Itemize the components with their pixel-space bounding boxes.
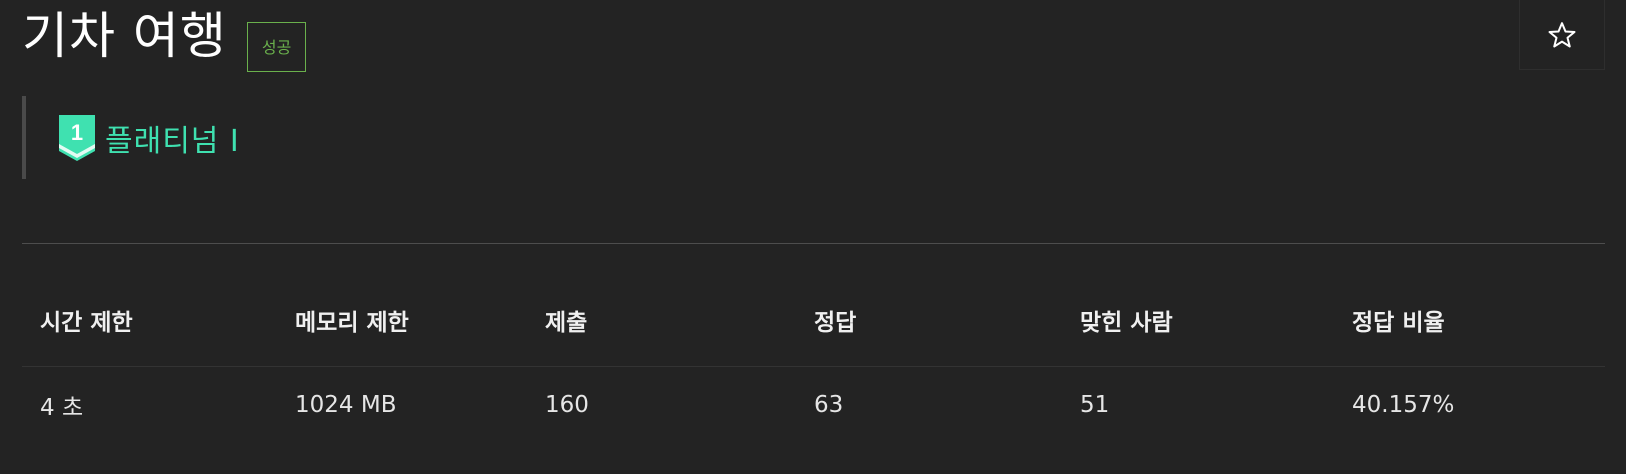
- value-accepted: 63: [814, 392, 844, 418]
- tier-number: 1: [71, 120, 83, 145]
- header-memory-limit: 메모리 제한: [295, 310, 409, 336]
- problem-page: 기차 여행 성공 1 플래티넘 I 시간 제한 메모리 제한 제출 정답 맞힌 …: [0, 0, 1626, 474]
- problem-title: 기차 여행: [22, 7, 227, 65]
- header-accept-rate: 정답 비율: [1352, 310, 1445, 336]
- platinum-tier-icon: 1: [59, 114, 95, 161]
- result-badge: 성공: [246, 22, 307, 72]
- header-solved-users: 맞힌 사람: [1080, 310, 1173, 336]
- header-submissions: 제출: [545, 310, 588, 336]
- problem-stats-table: 시간 제한 메모리 제한 제출 정답 맞힌 사람 정답 비율 4 초 1024 …: [22, 290, 1605, 443]
- header-accepted: 정답: [814, 310, 857, 336]
- stats-value-row: 4 초 1024 MB 160 63 51 40.157%: [22, 367, 1605, 443]
- favorite-button[interactable]: [1519, 0, 1605, 70]
- title-row: 기차 여행 성공: [22, 0, 307, 72]
- section-divider: [22, 243, 1605, 244]
- star-outline-icon: [1548, 21, 1576, 48]
- stats-header-row: 시간 제한 메모리 제한 제출 정답 맞힌 사람 정답 비율: [22, 290, 1605, 367]
- value-memory-limit: 1024 MB: [295, 392, 397, 418]
- value-accept-rate: 40.157%: [1352, 392, 1455, 418]
- value-submissions: 160: [545, 392, 589, 418]
- header-time-limit: 시간 제한: [40, 310, 133, 336]
- tier-box: 1 플래티넘 I: [22, 96, 240, 179]
- value-time-limit: 4 초: [40, 395, 84, 421]
- value-solved-users: 51: [1080, 392, 1110, 418]
- tier-label: 플래티넘 I: [105, 123, 240, 159]
